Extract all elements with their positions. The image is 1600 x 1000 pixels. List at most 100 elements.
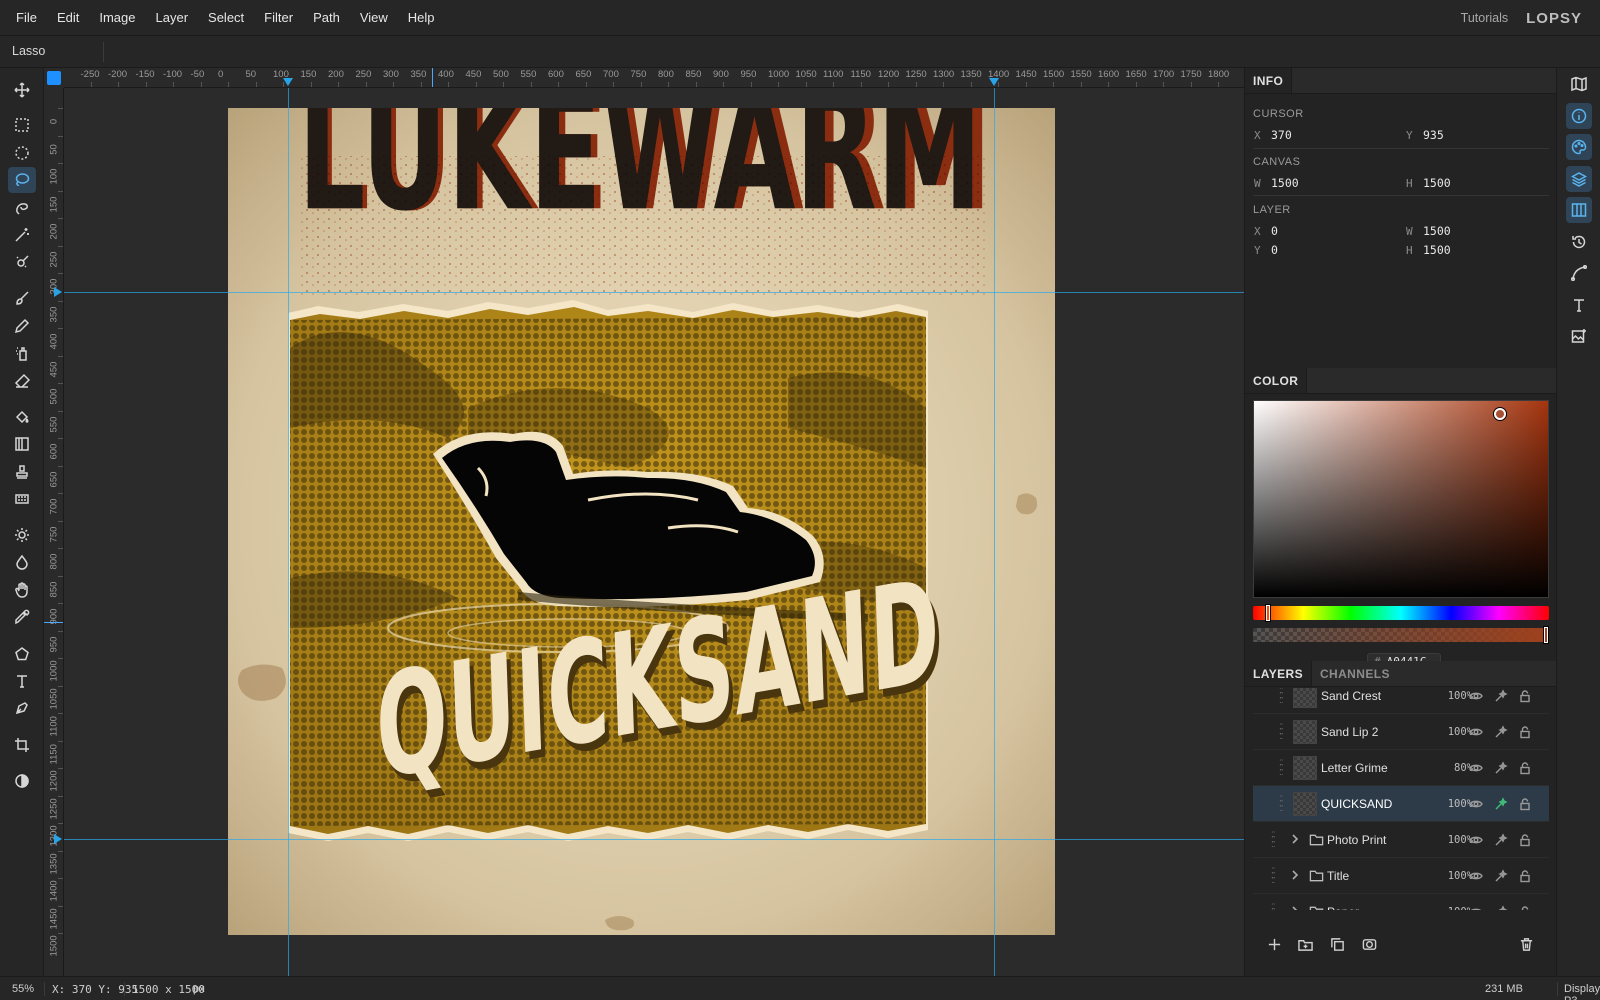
effects-icon[interactable] [1494, 761, 1508, 775]
quick-select-tool[interactable] [8, 249, 36, 275]
stamp-tool[interactable] [8, 459, 36, 485]
add-group-button[interactable] [1295, 934, 1315, 954]
lock-icon[interactable] [1518, 689, 1532, 703]
effects-icon[interactable] [1494, 689, 1508, 703]
layer-row[interactable]: :::::: Photo Print 100% [1253, 822, 1549, 858]
paths-panel-button[interactable] [1566, 260, 1592, 286]
eye-icon[interactable] [1469, 761, 1483, 775]
lock-icon[interactable] [1518, 905, 1532, 910]
effects-icon[interactable] [1494, 797, 1508, 811]
layer-row[interactable]: :::::: Letter Grime 80% [1253, 750, 1549, 786]
layer-opacity[interactable]: 100% [1439, 834, 1473, 846]
layer-row[interactable]: :::::: QUICKSAND 100% [1253, 786, 1549, 822]
rect-select-tool[interactable] [8, 112, 36, 138]
menu-help[interactable]: Help [398, 0, 445, 36]
ellipse-select-tool[interactable] [8, 140, 36, 166]
lock-icon[interactable] [1518, 725, 1532, 739]
dodge-tool[interactable] [8, 522, 36, 548]
hue-slider[interactable] [1253, 605, 1549, 621]
menu-filter[interactable]: Filter [254, 0, 303, 36]
lock-icon[interactable] [1518, 761, 1532, 775]
chevron-right-icon[interactable] [1289, 869, 1301, 883]
image-panel-button[interactable] [1566, 323, 1592, 349]
tab-layers[interactable]: LAYERS [1245, 661, 1312, 686]
tab-color[interactable]: COLOR [1245, 368, 1308, 393]
crop-tool[interactable] [8, 732, 36, 758]
eye-icon[interactable] [1469, 833, 1483, 847]
horizontal-guide[interactable] [64, 839, 1244, 840]
lasso-tool[interactable] [8, 167, 36, 193]
color-panel-button[interactable] [1566, 134, 1592, 160]
spray-tool[interactable] [8, 340, 36, 366]
layer-opacity[interactable]: 80% [1439, 762, 1473, 774]
eraser-tool[interactable] [8, 368, 36, 394]
color-picker-handle[interactable] [1494, 408, 1506, 420]
guide-marker-icon[interactable] [54, 834, 62, 844]
color-swap-tool[interactable] [8, 768, 36, 794]
effects-icon[interactable] [1494, 905, 1508, 910]
bucket-fill-tool[interactable] [8, 404, 36, 430]
lock-icon[interactable] [1518, 833, 1532, 847]
layer-row[interactable]: ::::::Paper 100% [1253, 894, 1549, 910]
artwork-canvas[interactable]: QUICKSAND QUICKSAND LUKEWARM LUKEWARM [228, 108, 1055, 935]
effects-icon[interactable] [1494, 725, 1508, 739]
magic-wand-tool[interactable] [8, 222, 36, 248]
zoom-level[interactable]: 55% [12, 983, 34, 995]
canvas-workspace[interactable]: QUICKSAND QUICKSAND LUKEWARM LUKEWARM [64, 88, 1244, 976]
move-tool[interactable] [8, 77, 36, 103]
menu-select[interactable]: Select [198, 0, 254, 36]
burn-tool[interactable] [8, 549, 36, 575]
menu-edit[interactable]: Edit [47, 0, 89, 36]
magnetic-lasso-tool[interactable] [8, 195, 36, 221]
navigator-button[interactable] [1566, 71, 1592, 97]
menu-file[interactable]: File [6, 0, 47, 36]
hue-slider-handle[interactable] [1266, 605, 1270, 621]
add-layer-button[interactable] [1264, 934, 1284, 954]
text-tool[interactable] [8, 668, 36, 694]
layer-opacity[interactable]: 100% [1439, 870, 1473, 882]
layer-opacity[interactable]: 100% [1439, 906, 1473, 910]
vertical-guide[interactable] [288, 88, 289, 976]
horizontal-guide[interactable] [64, 292, 1244, 293]
drag-handle-icon[interactable]: :::::: [1271, 866, 1277, 886]
effects-icon[interactable] [1494, 869, 1508, 883]
vertical-guide[interactable] [994, 88, 995, 976]
pencil-tool[interactable] [8, 313, 36, 339]
layer-row[interactable]: :::::: Sand Lip 2 100% [1253, 714, 1549, 750]
menu-path[interactable]: Path [303, 0, 350, 36]
horizontal-ruler[interactable]: -250 -200 -150 -100 -50 0 50 100 150 200 250 300 350… [64, 68, 1244, 88]
guide-marker-icon[interactable] [989, 78, 999, 86]
layer-row[interactable]: :::::: Title 100% [1253, 858, 1549, 894]
eyedropper-tool[interactable] [8, 604, 36, 630]
drag-handle-icon[interactable]: :::::: [1279, 794, 1285, 814]
eye-icon[interactable] [1469, 797, 1483, 811]
vertical-ruler[interactable]: 0 50 100 150 200 250 300 350 400 450 500 550 600 650 7… [44, 88, 64, 976]
drag-handle-icon[interactable]: :::::: [1271, 830, 1277, 850]
layers-panel-button[interactable] [1566, 166, 1592, 192]
alpha-slider-handle[interactable] [1544, 627, 1548, 643]
saturation-value-picker[interactable] [1253, 400, 1549, 598]
drag-handle-icon[interactable]: :::::: [1279, 758, 1285, 778]
layer-opacity[interactable]: 100% [1439, 726, 1473, 738]
tutorials-link[interactable]: Tutorials [1461, 11, 1508, 25]
drag-handle-icon[interactable]: :::::: [1279, 722, 1285, 742]
shape-tool[interactable] [8, 641, 36, 667]
layer-row[interactable]: :::::: Sand Crest 100% [1253, 688, 1549, 714]
hand-tool[interactable] [8, 577, 36, 603]
layer-opacity[interactable]: 100% [1439, 798, 1473, 810]
duplicate-layer-button[interactable] [1327, 934, 1347, 954]
alpha-slider[interactable] [1253, 627, 1549, 643]
guide-marker-icon[interactable] [54, 287, 62, 297]
eye-icon[interactable] [1469, 689, 1483, 703]
guide-marker-icon[interactable] [283, 78, 293, 86]
eye-icon[interactable] [1469, 725, 1483, 739]
pattern-tool[interactable] [8, 486, 36, 512]
info-panel-button[interactable] [1566, 103, 1592, 129]
brush-tool[interactable] [8, 285, 36, 311]
chevron-right-icon[interactable] [1289, 905, 1301, 910]
menu-layer[interactable]: Layer [146, 0, 199, 36]
eye-icon[interactable] [1469, 905, 1483, 910]
effects-icon[interactable] [1494, 833, 1508, 847]
ruler-corner[interactable] [44, 68, 64, 88]
gradient-tool[interactable] [8, 431, 36, 457]
